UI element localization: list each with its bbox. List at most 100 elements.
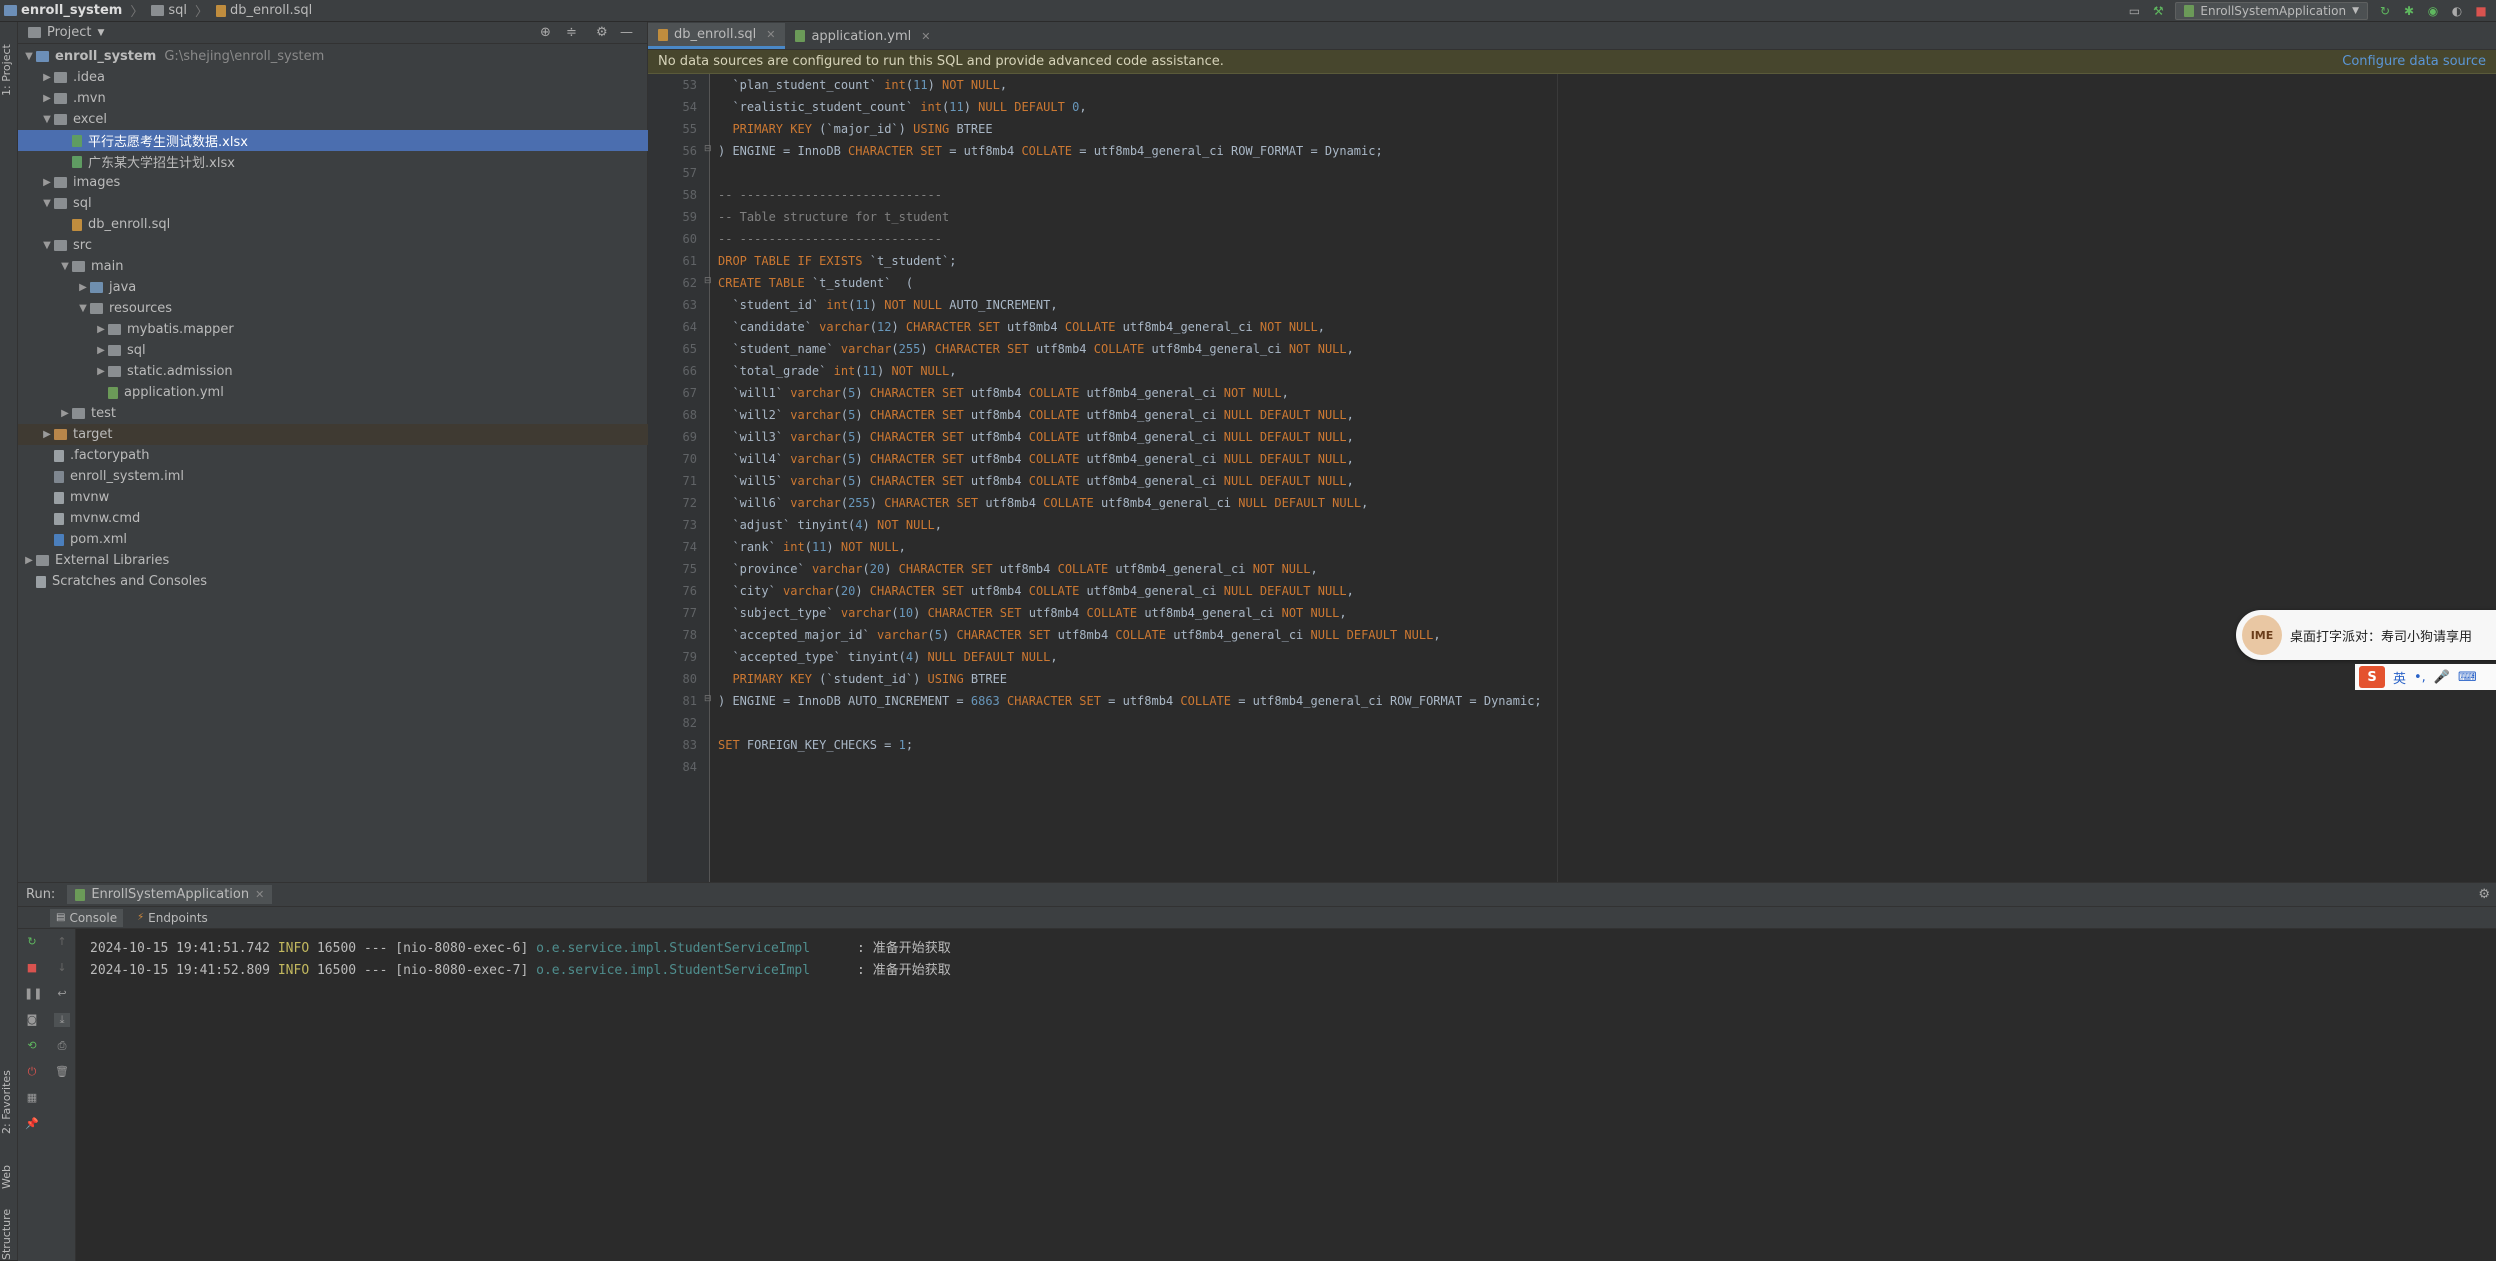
code-line[interactable]: `accepted_major_id` varchar(5) CHARACTER…	[718, 628, 1440, 642]
close-icon[interactable]: ✕	[255, 888, 264, 901]
expand-arrow-icon[interactable]: ▼	[22, 51, 36, 62]
tree-item[interactable]: ▼ sql	[18, 193, 648, 214]
collapse-arrow-icon[interactable]: ▶	[58, 408, 72, 419]
down-arrow-icon[interactable]: ↓	[54, 961, 70, 975]
tree-item[interactable]: ▶ mybatis.mapper	[18, 319, 648, 340]
breadcrumb-file[interactable]: db_enroll.sql	[230, 3, 312, 18]
code-line[interactable]: `will6` varchar(255) CHARACTER SET utf8m…	[718, 496, 1368, 510]
tab-db-enroll-sql[interactable]: db_enroll.sql ✕	[648, 23, 786, 49]
hide-icon[interactable]: —	[620, 25, 633, 40]
ime-lang[interactable]: 英	[2393, 668, 2406, 687]
tab-application-yml[interactable]: application.yml ✕	[785, 23, 940, 49]
layout-icon[interactable]: ▦	[24, 1091, 40, 1105]
tree-item[interactable]: ▶ External Libraries	[18, 550, 648, 571]
tree-item[interactable]: ▶ java	[18, 277, 648, 298]
collapse-arrow-icon[interactable]: ▶	[40, 177, 54, 188]
soft-wrap-icon[interactable]: ↩	[54, 987, 70, 1001]
code-line[interactable]: ) ENGINE = InnoDB AUTO_INCREMENT = 6863 …	[718, 694, 1542, 708]
code-line[interactable]: `will4` varchar(5) CHARACTER SET utf8mb4…	[718, 452, 1353, 466]
tree-item[interactable]: ▼ excel	[18, 109, 648, 130]
ime-toolbar[interactable]: S 英 •, 🎤 ⌨	[2355, 664, 2496, 690]
favorites-tool-tab[interactable]: 2: Favorites	[0, 1062, 18, 1142]
code-line[interactable]: -- Table structure for t_student	[718, 210, 949, 224]
code-line[interactable]: `province` varchar(20) CHARACTER SET utf…	[718, 562, 1317, 576]
code-line[interactable]: `student_id` int(11) NOT NULL AUTO_INCRE…	[718, 298, 1057, 312]
layout-icon[interactable]: ▭	[2127, 4, 2141, 18]
tab-endpoints[interactable]: ⚡ Endpoints	[131, 909, 214, 927]
code-line[interactable]: `candidate` varchar(12) CHARACTER SET ut…	[718, 320, 1325, 334]
code-line[interactable]: DROP TABLE IF EXISTS `t_student`;	[718, 254, 956, 268]
code-line[interactable]: SET FOREIGN_KEY_CHECKS = 1;	[718, 738, 913, 752]
fold-icon[interactable]: ⊟	[704, 276, 712, 286]
tree-item[interactable]: mvnw	[18, 487, 648, 508]
up-arrow-icon[interactable]: ↑	[54, 935, 70, 949]
pin-icon[interactable]: 📌	[24, 1117, 40, 1131]
code-line[interactable]: -- ----------------------------	[718, 232, 942, 246]
tree-item[interactable]: ▼ src	[18, 235, 648, 256]
debug-icon[interactable]: ✱	[2402, 4, 2416, 18]
code-line[interactable]: PRIMARY KEY (`major_id`) USING BTREE	[718, 122, 992, 136]
code-line[interactable]: `accepted_type` tinyint(4) NULL DEFAULT …	[718, 650, 1057, 664]
tree-item[interactable]: ▶ .mvn	[18, 88, 648, 109]
run-config-tab[interactable]: EnrollSystemApplication ✕	[67, 885, 273, 904]
restore-layout-icon[interactable]: ⟲	[24, 1039, 40, 1053]
expand-arrow-icon[interactable]: ▼	[76, 303, 90, 314]
chevron-down-icon[interactable]: ▼	[97, 28, 104, 38]
ime-notification[interactable]: IME 桌面打字派对：寿司小狗请享用	[2236, 610, 2496, 660]
code-line[interactable]: `rank` int(11) NOT NULL,	[718, 540, 905, 554]
code-line[interactable]: -- ----------------------------	[718, 188, 942, 202]
close-icon[interactable]: ✕	[921, 30, 930, 43]
tree-item[interactable]: 广东某大学招生计划.xlsx	[18, 151, 648, 172]
collapse-arrow-icon[interactable]: ▶	[40, 429, 54, 440]
tree-item[interactable]: ▼ resources	[18, 298, 648, 319]
pause-icon[interactable]: ❚❚	[24, 987, 42, 1001]
tree-item[interactable]: db_enroll.sql	[18, 214, 648, 235]
code-line[interactable]: `total_grade` int(11) NOT NULL,	[718, 364, 956, 378]
tree-item[interactable]: ▼ enroll_system G:\shejing\enroll_system	[18, 46, 648, 67]
tree-item[interactable]: mvnw.cmd	[18, 508, 648, 529]
code-line[interactable]: `will2` varchar(5) CHARACTER SET utf8mb4…	[718, 408, 1353, 422]
code-line[interactable]: `will5` varchar(5) CHARACTER SET utf8mb4…	[718, 474, 1353, 488]
stop-icon[interactable]: ■	[2474, 4, 2488, 18]
tree-item[interactable]: ▶ .idea	[18, 67, 648, 88]
run-configuration-dropdown[interactable]: EnrollSystemApplication ▼	[2175, 2, 2368, 20]
tree-item[interactable]: ▼ main	[18, 256, 648, 277]
tree-item[interactable]: ▶ target	[18, 424, 648, 445]
code-line[interactable]: `will3` varchar(5) CHARACTER SET utf8mb4…	[718, 430, 1353, 444]
code-line[interactable]: `plan_student_count` int(11) NOT NULL,	[718, 78, 1007, 92]
collapse-arrow-icon[interactable]: ▶	[40, 93, 54, 104]
stop-icon[interactable]: ■	[24, 961, 40, 975]
code-line[interactable]: `city` varchar(20) CHARACTER SET utf8mb4…	[718, 584, 1353, 598]
code-line[interactable]: `subject_type` varchar(10) CHARACTER SET…	[718, 606, 1346, 620]
gear-icon[interactable]: ⚙	[2478, 887, 2490, 902]
rerun-icon[interactable]: ↻	[2378, 4, 2392, 18]
fold-icon[interactable]: ⊟	[704, 144, 712, 154]
expand-arrow-icon[interactable]: ▼	[40, 240, 54, 251]
collapse-arrow-icon[interactable]: ▶	[40, 72, 54, 83]
web-tool-tab[interactable]: Web	[0, 1152, 18, 1202]
code-line[interactable]: `realistic_student_count` int(11) NULL D…	[718, 100, 1086, 114]
tree-item[interactable]: .factorypath	[18, 445, 648, 466]
gear-icon[interactable]: ⚙	[596, 25, 608, 40]
project-panel-title[interactable]: Project	[47, 25, 91, 40]
code-line[interactable]: ) ENGINE = InnoDB CHARACTER SET = utf8mb…	[718, 144, 1383, 158]
tree-item[interactable]: application.yml	[18, 382, 648, 403]
collapse-arrow-icon[interactable]: ▶	[94, 324, 108, 335]
tree-item[interactable]: ▶ sql	[18, 340, 648, 361]
tree-item[interactable]: ▶ static.admission	[18, 361, 648, 382]
expand-arrow-icon[interactable]: ▼	[58, 261, 72, 272]
rerun-icon[interactable]: ↻	[24, 935, 40, 949]
code-line[interactable]: `adjust` tinyint(4) NOT NULL,	[718, 518, 942, 532]
collapse-arrow-icon[interactable]: ▶	[76, 282, 90, 293]
code-line[interactable]: CREATE TABLE `t_student` (	[718, 276, 913, 290]
tree-item[interactable]: pom.xml	[18, 529, 648, 550]
trash-icon[interactable]: 🗑	[54, 1065, 70, 1079]
close-icon[interactable]: ✕	[766, 28, 775, 41]
build-hammer-icon[interactable]: ⚒	[2151, 4, 2165, 18]
profile-icon[interactable]: ◐	[2450, 4, 2464, 18]
collapse-arrow-icon[interactable]: ▶	[94, 366, 108, 377]
camera-icon[interactable]: ◙	[24, 1013, 40, 1027]
breadcrumb-project[interactable]: enroll_system	[21, 3, 122, 18]
configure-datasource-link[interactable]: Configure data source	[2342, 54, 2486, 69]
microphone-icon[interactable]: 🎤	[2434, 670, 2450, 685]
